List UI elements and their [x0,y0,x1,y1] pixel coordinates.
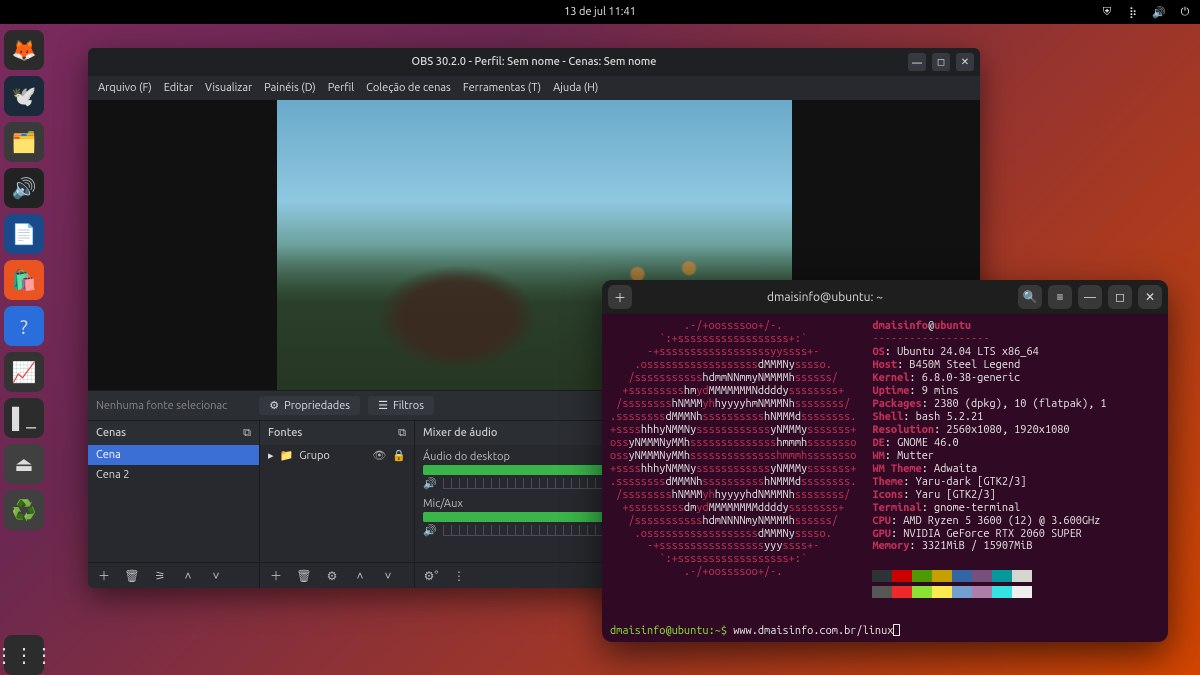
new-tab-button[interactable]: ＋ [608,285,632,309]
menu-ferramentas[interactable]: Ferramentas (T) [463,82,541,94]
source-down-button[interactable]: ˅ [378,566,398,586]
terminal-titlebar[interactable]: ＋ dmaisinfo@ubuntu: ~ 🔍 ≡ — ◻ ✕ [602,280,1168,314]
ubuntu-ascii-logo: .-/+oossssoo+/-. `:+ssssssssssssssssss+:… [610,320,856,598]
menu-editar[interactable]: Editar [164,82,193,94]
dock: 🦊 🕊️ 🗂️ 🔊 📄 🛍️ ? 📈 ▌_ ⏏ ♻️ ⋮⋮⋮ [0,24,48,675]
menu-paineis[interactable]: Painéis (D) [264,82,316,94]
menu-visualizar[interactable]: Visualizar [205,82,252,94]
scene-down-button[interactable]: ˅ [206,566,226,586]
neofetch-info: dmaisinfo@ubuntu ------------------- OS:… [872,320,1106,598]
panel-fontes: Fontes ⧉ ▸ 📁 Grupo 👁 🔒 ＋ 🗑 ⚙ ˄ [260,421,415,588]
terminal-body[interactable]: .-/+oossssoo+/-. `:+ssssssssssssssssss+:… [602,314,1168,642]
clock[interactable]: 13 de jul 11:41 [564,6,636,18]
source-settings-button[interactable]: ⚙ [322,566,342,586]
panel-detach-icon[interactable]: ⧉ [243,427,251,440]
maximize-button[interactable]: ◻ [932,53,950,71]
obs-titlebar[interactable]: OBS 30.2.0 - Perfil: Sem nome - Cenas: S… [88,48,980,76]
system-tray: ⛨ ⡷ 🔊 ⏻ [1100,5,1192,19]
scene-filter-button[interactable]: ⚞ [150,566,170,586]
dock-files[interactable]: 🗂️ [4,122,44,162]
terminal-prompt: dmaisinfo@ubuntu:~$ www.dmaisinfo.com.br… [610,624,1160,638]
panel-mixer-title: Mixer de áudio [423,427,497,439]
mixer-settings-button[interactable]: ⚙° [421,566,441,586]
dock-terminal[interactable]: ▌_ [4,398,44,438]
dock-thunderbird[interactable]: 🕊️ [4,76,44,116]
no-source-label: Nenhuma fonte selecionac [96,400,227,412]
chevron-right-icon: ▸ [268,449,274,462]
menu-perfil[interactable]: Perfil [328,82,354,94]
panel-cenas-title: Cenas [96,427,126,439]
scenes-list: Cena Cena 2 [88,445,259,562]
remove-scene-button[interactable]: 🗑 [122,566,142,586]
scene-item[interactable]: Cena 2 [88,465,259,485]
dock-software[interactable]: 🛍️ [4,260,44,300]
dock-help[interactable]: ? [4,306,44,346]
dock-usb[interactable]: ⏏ [4,444,44,484]
minimize-button[interactable]: — [908,53,926,71]
gnome-topbar: 13 de jul 11:41 ⛨ ⡷ 🔊 ⏻ [0,0,1200,24]
speaker-icon[interactable]: 🔊 [423,477,437,490]
cursor-icon [893,624,900,636]
lock-icon[interactable]: 🔒 [392,449,406,462]
add-source-button[interactable]: ＋ [266,566,286,586]
eye-icon[interactable]: 👁 [372,449,386,462]
dock-libreoffice[interactable]: 📄 [4,214,44,254]
remove-source-button[interactable]: 🗑 [294,566,314,586]
volume-icon[interactable]: 🔊 [1152,5,1166,19]
dock-firefox[interactable]: 🦊 [4,30,44,70]
obs-title: OBS 30.2.0 - Perfil: Sem nome - Cenas: S… [412,56,657,68]
color-swatches [872,570,1106,582]
minimize-button[interactable]: — [1078,285,1102,309]
dock-show-apps[interactable]: ⋮⋮⋮ [4,635,44,675]
filtros-button[interactable]: ☰ Filtros [368,396,434,415]
terminal-window: ＋ dmaisinfo@ubuntu: ~ 🔍 ≡ — ◻ ✕ .-/+ooss… [602,280,1168,642]
neofetch-output: .-/+oossssoo+/-. `:+ssssssssssssssssss+:… [610,320,1160,598]
obs-menubar: Arquivo (F) Editar Visualizar Painéis (D… [88,76,980,100]
menu-ajuda[interactable]: Ajuda (H) [553,82,598,94]
menu-colecao[interactable]: Coleção de cenas [366,82,451,94]
panel-detach-icon[interactable]: ⧉ [398,427,406,440]
maximize-button[interactable]: ◻ [1108,285,1132,309]
panel-cenas: Cenas ⧉ Cena Cena 2 ＋ 🗑 ⚞ ˄ ˅ [88,421,260,588]
dock-rhythmbox[interactable]: 🔊 [4,168,44,208]
propriedades-button[interactable]: ⚙ Propriedades [259,396,360,415]
scene-up-button[interactable]: ˄ [178,566,198,586]
menu-arquivo[interactable]: Arquivo (F) [98,82,152,94]
mixer-menu-button[interactable]: ⋮ [449,566,469,586]
filter-icon: ☰ [378,399,388,412]
terminal-title: dmaisinfo@ubuntu: ~ [638,291,1012,304]
scene-item[interactable]: Cena [88,445,259,465]
source-item[interactable]: ▸ 📁 Grupo 👁 🔒 [260,445,414,466]
folder-icon: 📁 [280,449,294,462]
hamburger-button[interactable]: ≡ [1048,285,1072,309]
add-scene-button[interactable]: ＋ [94,566,114,586]
panel-fontes-title: Fontes [268,427,302,439]
network-icon[interactable]: ⡷ [1126,5,1140,19]
dock-monitor[interactable]: 📈 [4,352,44,392]
shield-icon[interactable]: ⛨ [1100,5,1114,19]
power-icon[interactable]: ⏻ [1178,5,1192,19]
gear-icon: ⚙ [269,399,279,412]
search-button[interactable]: 🔍 [1018,285,1042,309]
speaker-icon[interactable]: 🔊 [423,524,437,537]
source-up-button[interactable]: ˄ [350,566,370,586]
close-button[interactable]: ✕ [956,53,974,71]
color-swatches [872,586,1106,598]
close-button[interactable]: ✕ [1138,285,1162,309]
dock-trash[interactable]: ♻️ [4,490,44,530]
